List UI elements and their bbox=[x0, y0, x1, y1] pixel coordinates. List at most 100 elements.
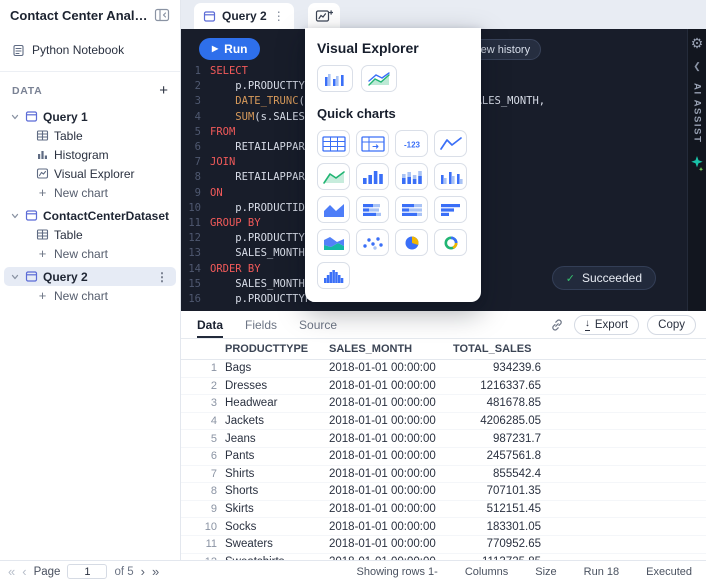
add-data-icon[interactable]: + bbox=[159, 83, 168, 98]
sidebar-item-new-chart[interactable]: +New chart bbox=[4, 244, 176, 263]
columns-label: Columns bbox=[465, 566, 508, 578]
executed-label: Executed bbox=[646, 566, 692, 578]
sidebar-tree: Query 1TableHistogramVisual Explorer+New… bbox=[0, 107, 180, 305]
magic-sparkle-icon[interactable] bbox=[690, 155, 704, 172]
next-page-icon[interactable]: › bbox=[141, 565, 145, 578]
area-chart-icon[interactable] bbox=[317, 196, 350, 223]
table-row[interactable]: 1Bags2018-01-01 00:00:00934239.6 bbox=[181, 360, 706, 378]
sidebar-item-new-chart[interactable]: +New chart bbox=[4, 286, 176, 305]
sidebar-item-query-1[interactable]: Query 1 bbox=[4, 107, 176, 126]
tab-query-2[interactable]: Query 2 ⋮ bbox=[194, 3, 294, 29]
sidebar-item-table[interactable]: Table bbox=[4, 126, 176, 145]
cell-sales-month: 2018-01-01 00:00:00 bbox=[329, 415, 445, 427]
stacked-area-chart-icon[interactable] bbox=[317, 229, 350, 256]
sidebar-item-contactcenterdataset[interactable]: ContactCenterDataset bbox=[4, 206, 176, 225]
sidebar-item-histogram[interactable]: Histogram bbox=[4, 145, 176, 164]
table-row[interactable]: 7Shirts2018-01-01 00:00:00855542.4 bbox=[181, 466, 706, 484]
line-number: 3 bbox=[185, 94, 201, 109]
chevron-down-icon[interactable] bbox=[10, 112, 20, 122]
table-row[interactable]: 11Sweaters2018-01-01 00:00:00770952.65 bbox=[181, 536, 706, 554]
stacked-column-chart-icon[interactable] bbox=[395, 163, 428, 190]
line-number: 9 bbox=[185, 186, 201, 201]
cell-total-sales: 855542.4 bbox=[453, 468, 541, 480]
pie-chart-icon[interactable] bbox=[395, 229, 428, 256]
gear-icon[interactable]: ⚙ bbox=[691, 36, 704, 50]
run-label: Run bbox=[224, 42, 247, 56]
line-number: 7 bbox=[185, 155, 201, 170]
stacked-bar-100-chart-icon[interactable] bbox=[395, 196, 428, 223]
table-row[interactable]: 4Jackets2018-01-01 00:00:004206285.05 bbox=[181, 413, 706, 431]
sidebar: Contact Center Analy... Python Notebook … bbox=[0, 0, 181, 560]
column-builder-icon[interactable] bbox=[317, 65, 353, 92]
col-total-sales[interactable]: TOTAL_SALES bbox=[453, 343, 541, 355]
line-chart-icon[interactable] bbox=[434, 130, 467, 157]
sidebar-item-table[interactable]: Table bbox=[4, 225, 176, 244]
col-producttype[interactable]: PRODUCTTYPE bbox=[225, 343, 321, 355]
sidebar-item-label: Visual Explorer bbox=[54, 167, 170, 181]
ai-assist-tab[interactable]: AI ASSIST bbox=[692, 83, 703, 144]
page-input[interactable] bbox=[67, 564, 107, 579]
link-icon[interactable] bbox=[550, 318, 564, 332]
histogram-chart-icon[interactable] bbox=[317, 262, 350, 289]
copy-label: Copy bbox=[658, 319, 685, 331]
sidebar-item-label: Query 2 bbox=[43, 270, 149, 284]
sidebar-item-python-notebook[interactable]: Python Notebook bbox=[0, 38, 180, 62]
chevron-down-icon[interactable] bbox=[10, 211, 20, 221]
row-number: 6 bbox=[187, 450, 217, 462]
line-number: 5 bbox=[185, 125, 201, 140]
line-builder-icon[interactable] bbox=[361, 65, 397, 92]
results-tab-bar: Data Fields Source ↓ Export Copy bbox=[181, 311, 706, 339]
grouped-column-chart-icon[interactable] bbox=[434, 163, 467, 190]
table-row[interactable]: 3Headwear2018-01-01 00:00:00481678.85 bbox=[181, 395, 706, 413]
scatter-chart-icon[interactable] bbox=[356, 229, 389, 256]
results-panel: Data Fields Source ↓ Export Copy PRODUCT… bbox=[181, 311, 706, 560]
export-button[interactable]: ↓ Export bbox=[574, 315, 639, 335]
cell-total-sales: 4206285.05 bbox=[453, 415, 541, 427]
table-row[interactable]: 6Pants2018-01-01 00:00:002457561.8 bbox=[181, 448, 706, 466]
stacked-bar-chart-icon[interactable] bbox=[356, 196, 389, 223]
sidebar-item-visual-explorer[interactable]: Visual Explorer bbox=[4, 164, 176, 183]
table-row[interactable]: 2Dresses2018-01-01 00:00:001216337.65 bbox=[181, 378, 706, 396]
row-number: 2 bbox=[187, 380, 217, 392]
table-header: PRODUCTTYPE SALES_MONTH TOTAL_SALES bbox=[181, 339, 706, 360]
number-chart-icon[interactable]: -123 bbox=[395, 130, 428, 157]
cell-total-sales: 512151.45 bbox=[453, 503, 541, 515]
sidebar-item-new-chart[interactable]: +New chart bbox=[4, 183, 176, 202]
first-page-icon[interactable]: « bbox=[8, 565, 15, 578]
table-chart-icon[interactable] bbox=[317, 130, 350, 157]
results-actions: ↓ Export Copy bbox=[550, 315, 696, 335]
bar-chart-icon[interactable] bbox=[434, 196, 467, 223]
tab-fields[interactable]: Fields bbox=[245, 311, 277, 338]
row-number: 1 bbox=[187, 362, 217, 374]
table-row[interactable]: 10Socks2018-01-01 00:00:00183301.05 bbox=[181, 518, 706, 536]
chevron-down-icon[interactable] bbox=[10, 272, 20, 282]
last-page-icon[interactable]: » bbox=[152, 565, 159, 578]
table-icon bbox=[36, 129, 49, 142]
kebab-menu-icon[interactable]: ⋮ bbox=[273, 9, 285, 23]
table-row[interactable]: 9Skirts2018-01-01 00:00:00512151.45 bbox=[181, 501, 706, 519]
copy-button[interactable]: Copy bbox=[647, 315, 696, 335]
sidebar-item-query-2[interactable]: Query 2 ⋮ bbox=[4, 267, 176, 286]
table-body: 1Bags2018-01-01 00:00:00934239.62Dresses… bbox=[181, 360, 706, 560]
line-number: 2 bbox=[185, 79, 201, 94]
table-row[interactable]: 8Shorts2018-01-01 00:00:00707101.35 bbox=[181, 483, 706, 501]
tab-data[interactable]: Data bbox=[197, 311, 223, 338]
status-badge[interactable]: ✓ Succeeded bbox=[552, 266, 656, 290]
area-green-chart-icon[interactable] bbox=[317, 163, 350, 190]
table-row[interactable]: 5Jeans2018-01-01 00:00:00987231.7 bbox=[181, 430, 706, 448]
row-number: 8 bbox=[187, 485, 217, 497]
tab-source[interactable]: Source bbox=[299, 311, 337, 338]
query-cell-icon bbox=[203, 10, 216, 23]
run-button[interactable]: ▶ Run bbox=[199, 38, 260, 60]
col-sales-month[interactable]: SALES_MONTH bbox=[329, 343, 445, 355]
column-chart-icon[interactable] bbox=[356, 163, 389, 190]
collapse-sidebar-icon[interactable] bbox=[154, 8, 170, 22]
check-icon: ✓ bbox=[566, 272, 575, 285]
new-chart-tab[interactable] bbox=[308, 3, 340, 29]
cell-sales-month: 2018-01-01 00:00:00 bbox=[329, 468, 445, 480]
collapse-panel-icon[interactable]: ❮ bbox=[693, 61, 701, 72]
pivot-chart-icon[interactable] bbox=[356, 130, 389, 157]
prev-page-icon[interactable]: ‹ bbox=[22, 565, 26, 578]
kebab-menu-icon[interactable]: ⋮ bbox=[154, 270, 170, 284]
donut-chart-icon[interactable] bbox=[434, 229, 467, 256]
